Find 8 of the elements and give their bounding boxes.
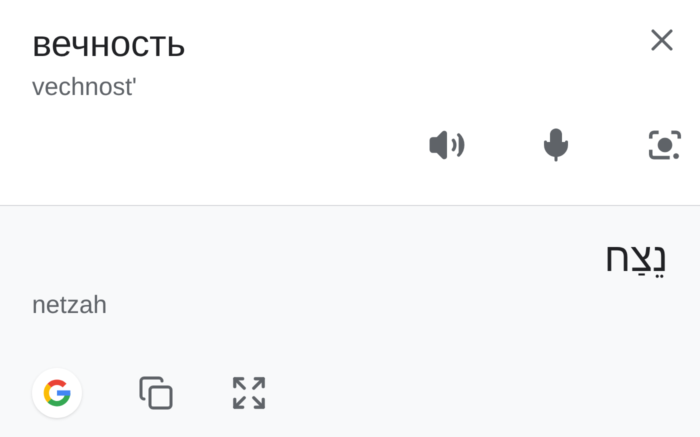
target-transliteration: netzah	[32, 290, 108, 321]
expand-icon[interactable]	[230, 374, 268, 412]
logo-icon	[41, 377, 73, 409]
translated-text: נֵצַח	[604, 235, 668, 282]
source-text: вечность	[32, 22, 186, 66]
logo-button[interactable]	[32, 368, 82, 418]
copy-icon[interactable]	[138, 375, 174, 411]
source-transliteration: vechnost'	[32, 72, 138, 103]
